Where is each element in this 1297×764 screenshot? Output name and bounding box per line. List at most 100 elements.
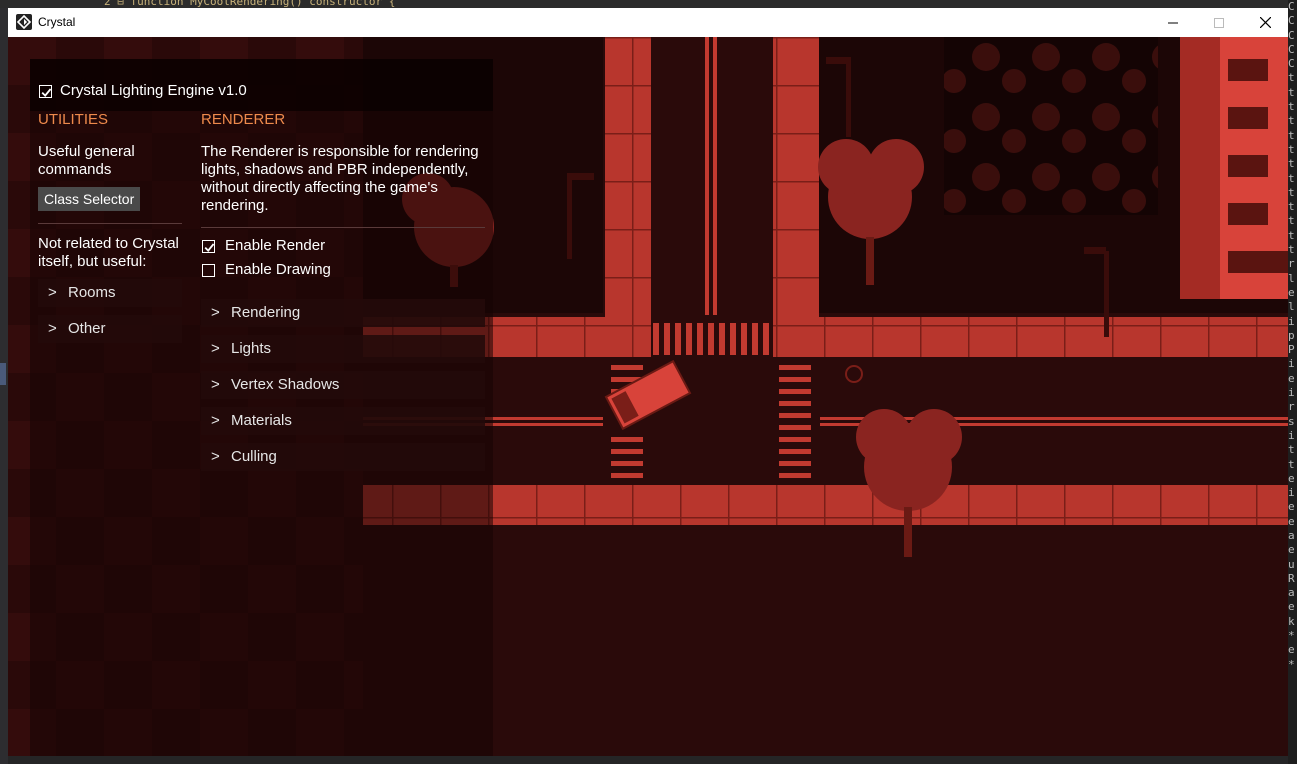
ide-gutter-glyph: p	[1288, 328, 1295, 342]
renderer-description: The Renderer is responsible for renderin…	[201, 143, 479, 214]
chevron-right-icon: >	[211, 448, 220, 465]
section-rendering[interactable]: > Rendering	[201, 299, 485, 327]
utilities-heading: UTILITIES	[38, 111, 109, 128]
ide-gutter-glyph: *	[1288, 629, 1295, 643]
ide-gutter-glyph: t	[1288, 71, 1295, 85]
chevron-right-icon: >	[211, 304, 220, 321]
section-label: Materials	[231, 412, 292, 429]
section-vertex-shadows[interactable]: > Vertex Shadows	[201, 371, 485, 399]
ide-gutter-glyph: C	[1288, 57, 1295, 71]
ide-gutter-glyph: e	[1288, 371, 1295, 385]
ide-gutter-glyph: t	[1288, 100, 1295, 114]
ide-gutter-glyph: u	[1288, 557, 1295, 571]
ide-gutter-glyph: r	[1288, 257, 1295, 271]
ide-right-gutter: CCCCCtttttttttttttrlelipPieirsitteieeaeu…	[1288, 0, 1297, 764]
renderer-separator	[201, 227, 485, 228]
ide-gutter-glyph: k	[1288, 614, 1295, 628]
minimize-icon	[1168, 22, 1178, 23]
section-label: Vertex Shadows	[231, 376, 340, 393]
ide-gutter-glyph: i	[1288, 386, 1295, 400]
ide-gutter-glyph: l	[1288, 300, 1295, 314]
chevron-right-icon: >	[211, 340, 220, 357]
ide-gutter-glyph: t	[1288, 228, 1295, 242]
utilities-description: Useful general commands	[38, 143, 135, 178]
crystal-window: Crystal Crystal Lighting Engine v1.0 UTI…	[8, 8, 1288, 756]
ide-gutter-glyph: t	[1288, 243, 1295, 257]
ide-gutter-glyph: e	[1288, 543, 1295, 557]
ide-code-strip: 2 ⊟ function MyCoolRendering() construct…	[0, 0, 1297, 8]
ide-gutter-glyph: t	[1288, 200, 1295, 214]
section-label: Lights	[231, 340, 272, 357]
ide-gutter-glyph: i	[1288, 314, 1295, 328]
ide-gutter-glyph: e	[1288, 514, 1295, 528]
game-viewport[interactable]: Crystal Lighting Engine v1.0 UTILITIES U…	[8, 37, 1288, 756]
enable-drawing-label[interactable]: Enable Drawing	[225, 261, 331, 279]
ide-gutter-glyph: t	[1288, 114, 1295, 128]
ide-gutter-glyph: t	[1288, 171, 1295, 185]
window-title: Crystal	[38, 15, 76, 29]
ide-bottom-strip	[8, 756, 1288, 764]
class-selector-button[interactable]: Class Selector	[38, 187, 141, 211]
ide-gutter-glyph: R	[1288, 571, 1295, 585]
ide-gutter-glyph: P	[1288, 343, 1295, 357]
ide-gutter-glyph: C	[1288, 28, 1295, 42]
section-label: Rendering	[231, 304, 301, 321]
ide-gutter-glyph: t	[1288, 128, 1295, 142]
section-lights[interactable]: > Lights	[201, 335, 485, 363]
chevron-right-icon: >	[211, 412, 220, 429]
utilities-separator	[38, 223, 182, 224]
ide-left-gutter	[0, 8, 8, 764]
ide-gutter-glyph: *	[1288, 657, 1295, 671]
ide-gutter-glyph: t	[1288, 443, 1295, 457]
ide-gutter-marker	[0, 363, 6, 385]
chevron-right-icon: >	[48, 320, 57, 337]
tree-item-rooms[interactable]: > Rooms	[38, 279, 182, 307]
ide-gutter-glyph: t	[1288, 142, 1295, 156]
ide-gutter-glyph: r	[1288, 400, 1295, 414]
enable-render-checkbox[interactable]	[202, 240, 215, 253]
ide-gutter-glyph: C	[1288, 14, 1295, 28]
close-button[interactable]	[1242, 8, 1288, 37]
tree-item-label: Rooms	[68, 284, 116, 301]
ide-gutter-glyph: t	[1288, 85, 1295, 99]
ide-gutter-glyph: i	[1288, 486, 1295, 500]
ide-gutter-glyph: t	[1288, 457, 1295, 471]
minimize-button[interactable]	[1150, 8, 1196, 37]
section-culling[interactable]: > Culling	[201, 443, 485, 471]
section-materials[interactable]: > Materials	[201, 407, 485, 435]
maximize-icon	[1214, 17, 1224, 28]
ide-gutter-glyph: C	[1288, 0, 1295, 13]
ide-gutter-glyph: e	[1288, 600, 1295, 614]
close-icon	[1259, 17, 1271, 28]
ide-gutter-glyph: e	[1288, 285, 1295, 299]
title-bar[interactable]: Crystal	[8, 8, 1288, 37]
ide-gutter-glyph: i	[1288, 357, 1295, 371]
ide-gutter-glyph: a	[1288, 528, 1295, 542]
chevron-right-icon: >	[211, 376, 220, 393]
tree-item-other[interactable]: > Other	[38, 315, 182, 343]
ide-gutter-glyph: e	[1288, 500, 1295, 514]
renderer-heading: RENDERER	[201, 111, 286, 128]
ide-gutter-glyph: t	[1288, 185, 1295, 199]
ide-gutter-glyph: t	[1288, 214, 1295, 228]
tree-item-label: Other	[68, 320, 106, 337]
ide-gutter-glyph: s	[1288, 414, 1295, 428]
engine-checkbox[interactable]	[39, 85, 52, 98]
ide-gutter-glyph: e	[1288, 643, 1295, 657]
checkmark-icon	[41, 88, 52, 97]
engine-checkbox-label[interactable]: Crystal Lighting Engine v1.0	[60, 82, 247, 100]
enable-drawing-checkbox[interactable]	[202, 264, 215, 277]
checkmark-icon	[204, 243, 215, 252]
enable-render-label[interactable]: Enable Render	[225, 237, 325, 255]
chevron-right-icon: >	[48, 284, 57, 301]
ide-gutter-glyph: e	[1288, 471, 1295, 485]
maximize-button[interactable]	[1196, 8, 1242, 37]
ide-gutter-glyph: C	[1288, 42, 1295, 56]
ide-code-line: 2 ⊟ function MyCoolRendering() construct…	[104, 0, 396, 8]
ide-gutter-glyph: a	[1288, 586, 1295, 600]
crystal-debug-panel: Crystal Lighting Engine v1.0 UTILITIES U…	[30, 59, 493, 756]
crystal-app-icon	[16, 14, 32, 30]
ide-gutter-glyph: l	[1288, 271, 1295, 285]
ide-gutter-glyph: t	[1288, 157, 1295, 171]
section-label: Culling	[231, 448, 277, 465]
